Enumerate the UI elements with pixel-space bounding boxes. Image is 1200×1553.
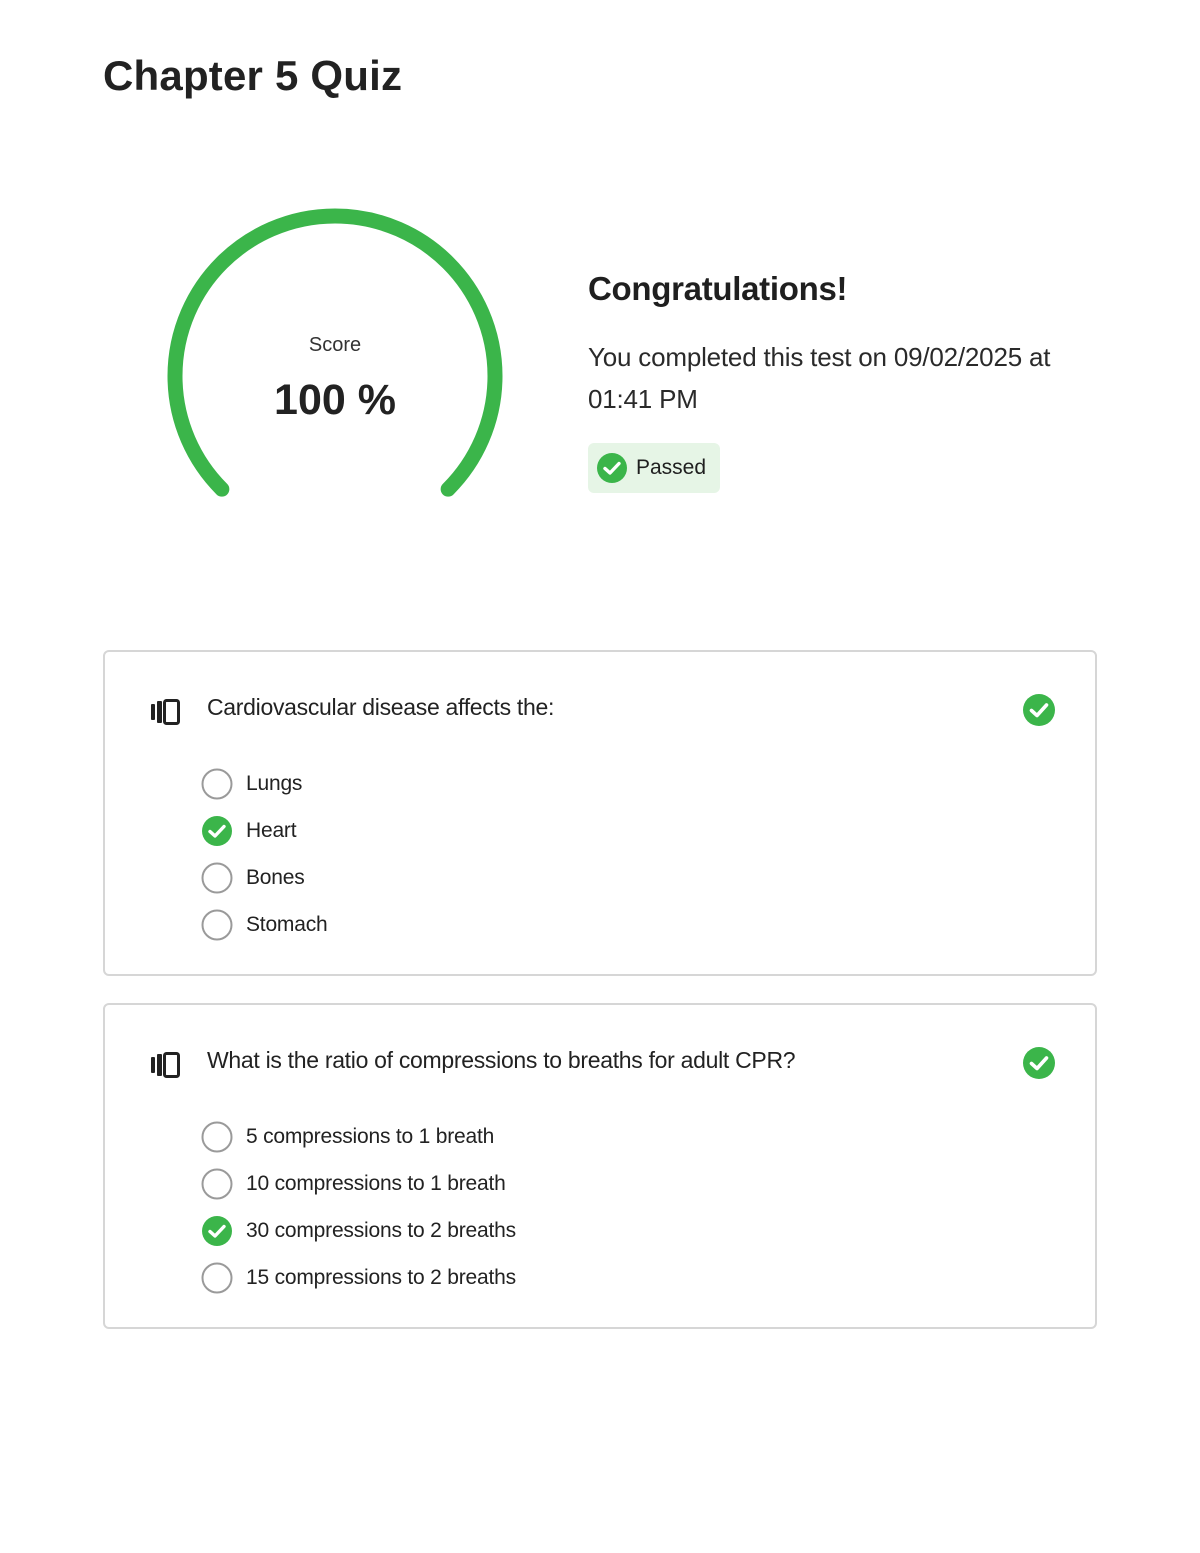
answer-option-label: 5 compressions to 1 breath [246,1124,495,1148]
question-type-icon [150,1051,182,1084]
answer-option[interactable]: Heart [200,807,327,854]
answer-option-label: 15 compressions to 2 breaths [246,1265,516,1289]
radio-selected-check-icon[interactable] [200,1214,234,1248]
answer-option-label: Lungs [246,771,303,795]
radio-unselected-icon[interactable] [200,1120,234,1154]
question-card: Cardiovascular disease affects the: Lung… [103,650,1097,976]
radio-unselected-icon[interactable] [200,1167,234,1201]
answer-option[interactable]: 10 compressions to 1 breath [200,1160,516,1207]
radio-unselected-icon[interactable] [200,908,234,942]
question-type-icon [150,698,182,731]
score-gauge: Score 100 % [160,208,510,548]
score-label: Score [308,334,362,356]
question-text: Cardiovascular disease affects the: [207,694,555,720]
page-title: Chapter 5 Quiz [103,52,403,99]
status-badge: Passed [588,443,721,493]
result-heading: Congratulations! [588,270,848,307]
answer-option[interactable]: Lungs [200,760,327,807]
check-circle-icon [1022,693,1056,732]
answer-option[interactable]: 30 compressions to 2 breaths [200,1207,516,1254]
answer-option-label: 10 compressions to 1 breath [246,1171,506,1195]
answer-option-label: Heart [246,818,297,842]
check-circle-icon [1022,1046,1056,1085]
radio-unselected-icon[interactable] [200,861,234,895]
question-text: What is the ratio of compressions to bre… [207,1047,796,1073]
answer-options: Lungs Heart Bones Stomach [200,760,328,948]
answer-option[interactable]: Bones [200,854,327,901]
score-value: 100 % [274,376,396,424]
radio-unselected-icon[interactable] [200,767,234,801]
answer-option[interactable]: 5 compressions to 1 breath [200,1113,516,1160]
answer-option[interactable]: 15 compressions to 2 breaths [200,1254,516,1301]
answer-option-label: Stomach [246,912,328,936]
question-card: What is the ratio of compressions to bre… [103,1003,1097,1329]
radio-selected-check-icon[interactable] [200,814,234,848]
answer-option[interactable]: Stomach [200,901,328,948]
completion-message: You completed this test on 09/02/2025 at… [588,342,1051,414]
radio-unselected-icon[interactable] [200,1261,234,1295]
status-badge-label: Passed [636,456,707,479]
answer-option-label: 30 compressions to 2 breaths [246,1218,516,1242]
check-circle-icon [596,452,628,484]
result-panel: Congratulations! You completed this test… [588,270,1108,493]
answer-options: 5 compressions to 1 breath 10 compressio… [200,1113,516,1301]
answer-option-label: Bones [246,865,305,889]
